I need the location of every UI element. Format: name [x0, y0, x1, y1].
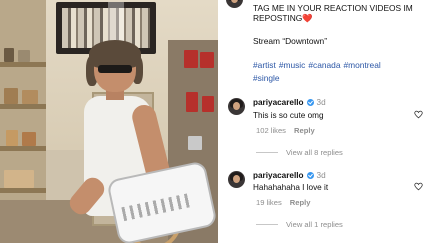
comment-likes[interactable]: 102 likes: [256, 126, 286, 135]
post-hashtags: #artist #music #canada #montreal #single: [253, 59, 425, 84]
caption-line-1: TAG ME IN YOUR REACTION VIDEOS IM: [253, 3, 413, 13]
video-person-hair: [89, 40, 141, 68]
commenter-username[interactable]: pariyacarello: [253, 171, 304, 180]
post-stream-line: Stream “Downtown”: [253, 36, 328, 46]
hashtag-link[interactable]: #montreal: [343, 60, 380, 70]
replies-divider: [256, 224, 278, 225]
hashtag-link[interactable]: #canada: [308, 60, 340, 70]
commenter-avatar[interactable]: [228, 171, 245, 188]
replies-divider: [256, 152, 278, 153]
caption-line-2: REPOSTING❤️: [253, 13, 413, 23]
reply-button[interactable]: Reply: [290, 198, 311, 207]
instagram-post-view: TAG ME IN YOUR REACTION VIDEOS IM REPOST…: [0, 0, 432, 243]
post-video[interactable]: [0, 0, 218, 243]
verified-badge-icon: [306, 99, 314, 106]
red-heart-emoji: ❤️: [302, 13, 313, 23]
verified-badge-icon: [306, 172, 314, 179]
view-replies-button[interactable]: View all 8 replies: [256, 148, 343, 157]
heart-outline-icon[interactable]: [414, 182, 423, 191]
author-avatar[interactable]: [226, 0, 243, 8]
view-replies-button[interactable]: View all 1 replies: [256, 220, 343, 229]
comment-meta: 102 likes Reply: [256, 126, 315, 135]
reply-button[interactable]: Reply: [294, 126, 315, 135]
comment-likes[interactable]: 19 likes: [256, 198, 282, 207]
hashtag-link[interactable]: #artist: [253, 60, 276, 70]
hashtag-link[interactable]: #single: [253, 73, 280, 83]
comment-text: Hahahahaha I love it: [253, 183, 329, 192]
comments-panel: TAG ME IN YOUR REACTION VIDEOS IM REPOST…: [218, 0, 432, 243]
comment-age: 3d: [316, 171, 326, 180]
hashtag-link[interactable]: #music: [279, 60, 306, 70]
comment-header: pariyacarello 3d: [253, 98, 326, 107]
view-replies-label: View all 1 replies: [286, 220, 343, 229]
comment-header: pariyacarello 3d: [253, 171, 326, 180]
view-replies-label: View all 8 replies: [286, 148, 343, 157]
comment-age: 3d: [316, 98, 326, 107]
commenter-avatar[interactable]: [228, 98, 245, 115]
commenter-username[interactable]: pariyacarello: [253, 98, 304, 107]
comment-text: This is so cute omg: [253, 111, 324, 120]
caption-line-2-text: REPOSTING: [253, 13, 303, 23]
post-caption: TAG ME IN YOUR REACTION VIDEOS IM REPOST…: [253, 3, 413, 23]
video-person-sunglasses: [98, 65, 132, 73]
heart-outline-icon[interactable]: [414, 110, 423, 119]
comment-meta: 19 likes Reply: [256, 198, 310, 207]
